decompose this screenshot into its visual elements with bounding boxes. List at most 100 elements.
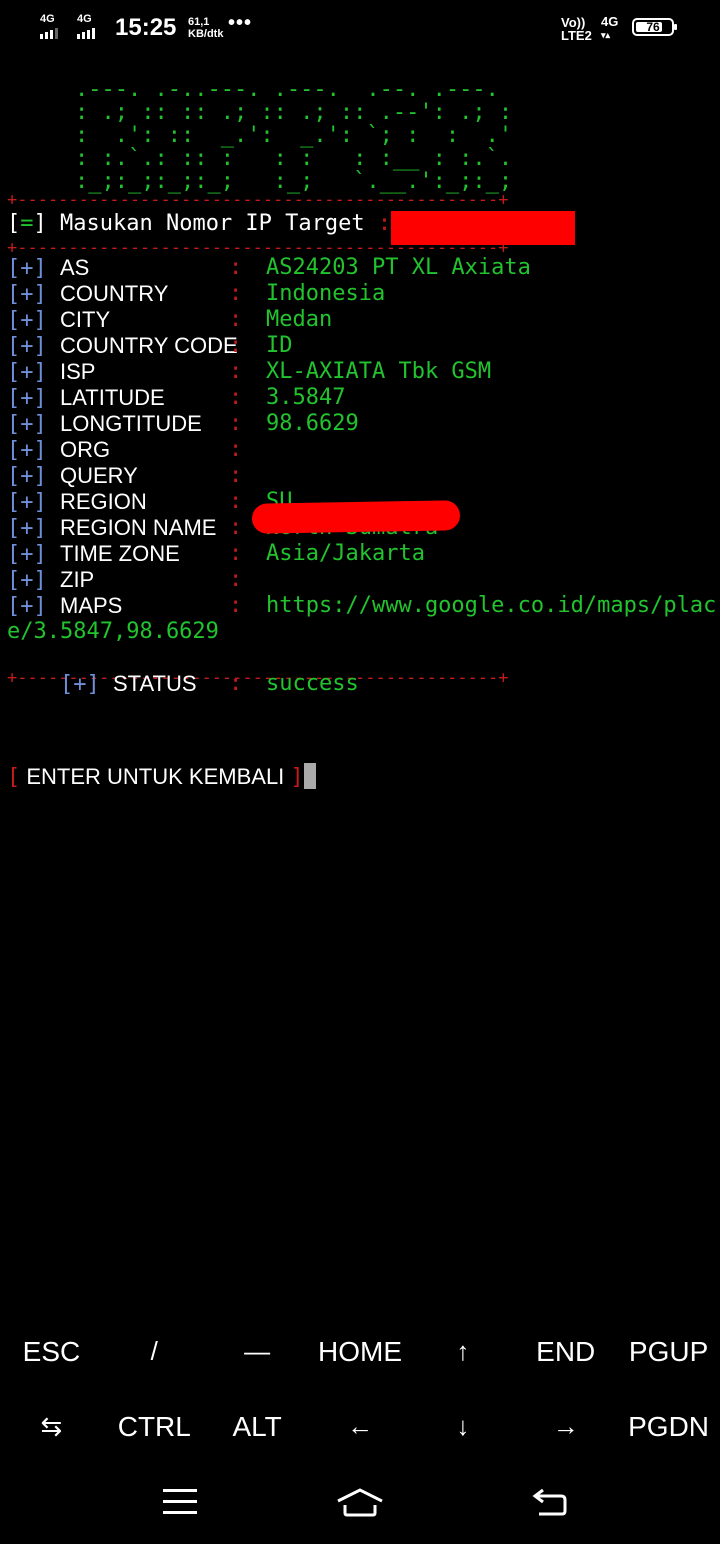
row-value: https://www.google.co.id/maps/plac: [266, 593, 717, 618]
row-label: CITY: [60, 307, 111, 332]
row-label: LATITUDE: [60, 385, 165, 410]
home-key[interactable]: HOME: [309, 1314, 412, 1389]
row-separator: :: [229, 567, 243, 592]
tab-key[interactable]: ⇆: [0, 1389, 103, 1464]
ascii-line: : .': :: _.': _.': `; : : .': [75, 123, 513, 148]
data-network-indicator: 4G ▾▴: [601, 14, 619, 41]
row-mark: [+]: [7, 568, 47, 593]
row-mark: [+]: [7, 464, 47, 489]
redacted-query-scribble: [251, 500, 461, 534]
row-value: ID: [266, 333, 293, 358]
row-label: ORG: [60, 437, 111, 462]
dash-key[interactable]: —: [206, 1314, 309, 1389]
row-label: REGION NAME: [60, 515, 217, 540]
row-mark: [+]: [7, 516, 47, 541]
ascii-banner: .---. .-..---. .---. .--. .---. : .; :: …: [75, 78, 720, 193]
divider-line: +---------------------------------------…: [7, 193, 509, 207]
ascii-line: :_;:_;:_;:_; :_; `.__.':_;:_;: [75, 169, 513, 194]
sim1-signal: 4G: [40, 14, 58, 39]
prompt-mark: =: [20, 211, 34, 236]
prompt-bracket: ]: [33, 211, 47, 236]
ascii-line: .---. .-..---. .---. .--. .---.: [75, 77, 499, 102]
row-mark: [+]: [59, 672, 100, 697]
info-row-time-zone: [+] TIME ZONE: Asia/Jakarta: [7, 541, 720, 567]
prompt-text: Masukan Nomor IP Target: [60, 211, 365, 236]
enter-bracket: [: [7, 765, 21, 790]
row-label: REGION: [60, 489, 147, 514]
row-mark: [+]: [7, 256, 47, 281]
system-navigation-bar: [0, 1464, 720, 1544]
row-label: ISP: [60, 359, 96, 384]
back-icon: [532, 1488, 567, 1516]
arrow-up-key[interactable]: ↑: [411, 1314, 514, 1389]
pgup-key[interactable]: PGUP: [617, 1314, 720, 1389]
row-separator: :: [229, 411, 243, 436]
terminal-cursor[interactable]: [303, 763, 316, 789]
battery-percent: 76: [646, 20, 660, 34]
data-network-label: 4G: [601, 14, 619, 29]
row-separator: :: [229, 463, 243, 488]
battery-icon: 76: [632, 18, 677, 36]
extra-keys-row-1: ESC / — HOME ↑ END PGUP: [0, 1314, 720, 1389]
row-label: ZIP: [60, 567, 95, 592]
row-value: Asia/Jakarta: [266, 541, 425, 566]
home-icon: [337, 1488, 383, 1517]
divider-line: +---------------------------------------…: [7, 241, 509, 255]
row-label: QUERY: [60, 463, 138, 488]
ascii-line: : :.`.: :: : : : : :__ : :.`.: [75, 146, 513, 171]
alt-key[interactable]: ALT: [206, 1389, 309, 1464]
arrow-left-key[interactable]: ←: [309, 1389, 412, 1464]
pgdn-key[interactable]: PGDN: [617, 1389, 720, 1464]
arrow-down-key[interactable]: ↓: [411, 1389, 514, 1464]
signal-bars-icon: [40, 28, 58, 39]
home-button[interactable]: [330, 1480, 390, 1524]
row-mark: [+]: [7, 334, 47, 359]
ascii-line: : .; :: :: .; :: .; :: .--': .; :: [75, 100, 513, 125]
info-row-maps: [+] MAPS: https://www.google.co.id/maps/p…: [7, 593, 720, 619]
esc-key[interactable]: ESC: [0, 1314, 103, 1389]
arrow-right-key[interactable]: →: [514, 1389, 617, 1464]
row-value: XL-AXIATA Tbk GSM: [266, 359, 492, 384]
row-separator: :: [229, 333, 243, 358]
end-key[interactable]: END: [514, 1314, 617, 1389]
info-row-isp: [+] ISP: XL-AXIATA Tbk GSM: [7, 359, 720, 385]
row-mark: [+]: [7, 438, 47, 463]
info-row-as: [+] AS: AS24203 PT XL Axiata: [7, 255, 720, 281]
row-separator: :: [229, 671, 243, 696]
row-mark: [+]: [7, 490, 47, 515]
row-mark: [+]: [7, 360, 47, 385]
row-separator: :: [229, 359, 243, 384]
terminal-output[interactable]: .---. .-..---. .---. .--. .---. : .; :: …: [7, 78, 720, 697]
extra-keys-row-2: ⇆ CTRL ALT ← ↓ → PGDN: [0, 1389, 720, 1464]
row-label: COUNTRY: [60, 281, 169, 306]
volte-indicator: Vo)) LTE2: [561, 16, 592, 42]
info-row-longtitude: [+] LONGTITUDE:98.6629: [7, 411, 720, 437]
maps-url-continuation: e/3.5847,98.6629: [7, 619, 219, 644]
row-value: 3.5847: [266, 385, 346, 410]
info-row-country: [+] COUNTRY: Indonesia: [7, 281, 720, 307]
back-button[interactable]: [520, 1480, 580, 1524]
menu-icon: [163, 1489, 197, 1514]
row-separator: :: [229, 437, 243, 462]
row-separator: :: [229, 385, 243, 410]
enter-bracket: ]: [290, 765, 304, 790]
clock: 15:25: [115, 14, 177, 41]
row-label: STATUS: [112, 671, 197, 696]
ctrl-key[interactable]: CTRL: [103, 1389, 206, 1464]
sim2-network-label: 4G: [77, 13, 92, 25]
enter-to-return-prompt: [ ENTER UNTUK KEMBALI ]: [7, 762, 316, 793]
info-row-city: [+] CITY: Medan: [7, 307, 720, 333]
row-mark: [+]: [7, 594, 47, 619]
network-speed: 61,1 KB/dtk: [188, 16, 223, 40]
menu-button[interactable]: [150, 1480, 210, 1524]
row-mark: [+]: [7, 542, 47, 567]
row-mark: [+]: [7, 282, 47, 307]
row-value: success: [266, 671, 359, 696]
slash-key[interactable]: /: [103, 1314, 206, 1389]
row-value: 98.6629: [266, 411, 359, 436]
row-separator: :: [229, 281, 243, 306]
sim2-signal: 4G: [77, 14, 95, 39]
info-row-zip: [+] ZIP:: [7, 567, 720, 593]
prompt-colon: :: [377, 211, 392, 236]
info-row-org: [+] ORG:: [7, 437, 720, 463]
